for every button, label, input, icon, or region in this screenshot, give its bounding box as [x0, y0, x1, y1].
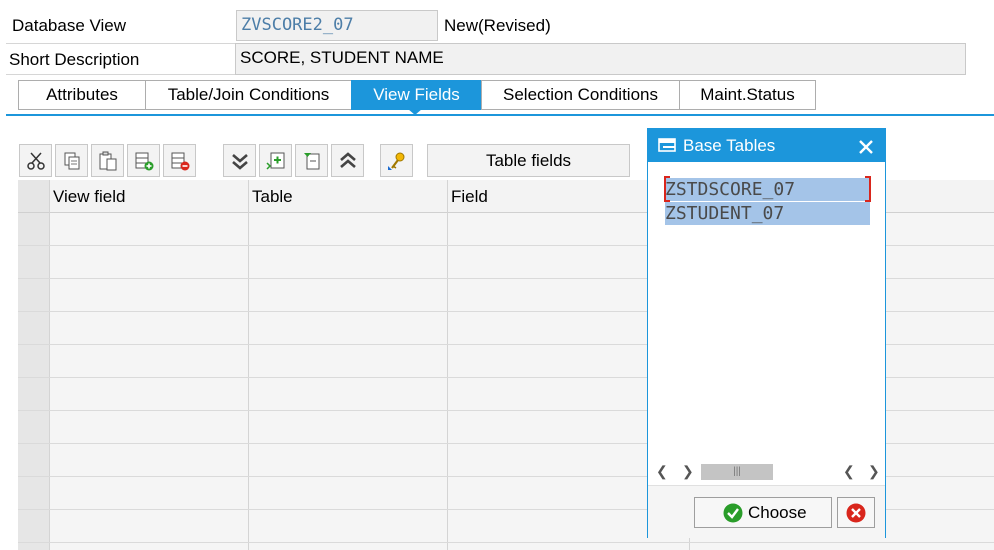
expand-all-button[interactable]: [223, 144, 256, 177]
short-desc-field[interactable]: SCORE, STUDENT NAME: [235, 43, 966, 75]
select-field-icon: [303, 153, 319, 170]
grid-header-corner: [18, 180, 49, 213]
paste-button[interactable]: [91, 144, 124, 177]
base-tables-dialog: Base Tables ZSTDSCORE_07 ZSTUDENT_07 ❮ ❯…: [647, 128, 886, 538]
db-view-status: New(Revised): [444, 16, 551, 35]
cancel-icon: [846, 503, 866, 523]
tab-selection-conditions[interactable]: Selection Conditions: [481, 80, 680, 110]
insert-row-button[interactable]: [127, 144, 160, 177]
cut-button[interactable]: [19, 144, 52, 177]
expand-all-icon: [231, 154, 248, 170]
scroll-left-icon[interactable]: ❮: [656, 463, 668, 480]
delete-row-button[interactable]: [163, 144, 196, 177]
tab-table-join-conditions[interactable]: Table/Join Conditions: [145, 80, 352, 110]
active-tab-pointer: [408, 109, 422, 115]
checkmark-icon: [723, 503, 743, 523]
grid-divider: [447, 180, 448, 550]
list-item[interactable]: ZSTUDENT_07: [665, 202, 870, 225]
cancel-button[interactable]: [837, 497, 875, 528]
copy-icon: [64, 152, 79, 170]
db-view-label: Database View: [12, 16, 127, 35]
insert-field-button[interactable]: [259, 144, 292, 177]
select-field-button[interactable]: [295, 144, 328, 177]
row-selector-column: [18, 213, 49, 550]
grid-divider: [49, 180, 50, 550]
table-row[interactable]: [18, 542, 994, 543]
list-item-focus-marker: [664, 176, 670, 202]
list-item-focus-marker: [865, 176, 871, 202]
collapse-all-button[interactable]: [331, 144, 364, 177]
dialog-window-icon: [658, 138, 676, 152]
tab-attributes[interactable]: Attributes: [18, 80, 146, 110]
paste-icon: [99, 151, 116, 171]
scrollbar-thumb[interactable]: |||: [701, 464, 773, 480]
scroll-left-icon[interactable]: ❮: [843, 463, 855, 480]
scroll-right-icon[interactable]: ❯: [682, 463, 694, 480]
grid-header-view-field[interactable]: View field: [49, 180, 248, 213]
short-desc-label: Short Description: [9, 50, 140, 69]
choose-button[interactable]: Choose: [694, 497, 832, 528]
tab-view-fields[interactable]: View Fields: [351, 80, 482, 110]
tab-maint-status[interactable]: Maint.Status: [679, 80, 816, 110]
insert-row-icon: [135, 152, 153, 171]
list-item[interactable]: ZSTDSCORE_07: [665, 178, 870, 201]
collapse-all-icon: [339, 152, 356, 168]
tab-underline: [6, 114, 994, 116]
grid-divider: [248, 180, 249, 550]
db-view-field[interactable]: ZVSCORE2_07: [236, 10, 438, 41]
dialog-title: Base Tables: [683, 136, 776, 155]
cut-icon: [26, 152, 45, 170]
insert-field-icon: [265, 152, 284, 170]
choose-label: Choose: [748, 503, 807, 522]
scroll-right-icon[interactable]: ❯: [868, 463, 880, 480]
key-button[interactable]: [380, 144, 413, 177]
grid-header-table[interactable]: Table: [248, 180, 447, 213]
copy-button[interactable]: [55, 144, 88, 177]
close-icon[interactable]: [858, 139, 874, 155]
table-fields-button[interactable]: Table fields: [427, 144, 630, 177]
key-icon: [387, 152, 404, 170]
delete-row-icon: [171, 152, 189, 171]
